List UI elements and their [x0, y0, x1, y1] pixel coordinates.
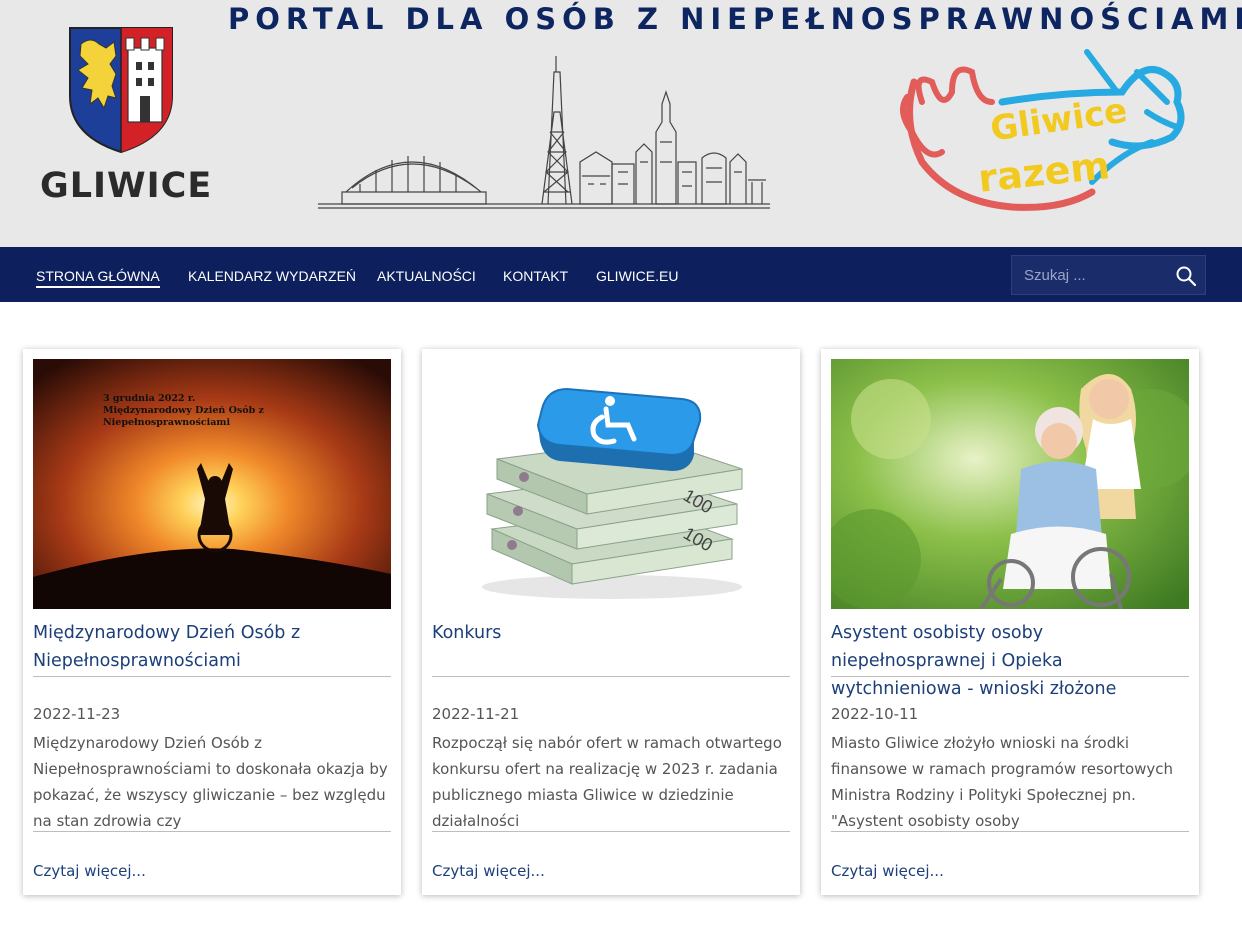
news-card-excerpt: Rozpoczął się nabór ofert w ramach otwar… — [432, 734, 782, 830]
news-card-date: 2022-10-11 — [831, 705, 919, 723]
news-card: Asystent osobisty osoby niepełnosprawnej… — [821, 349, 1199, 895]
site-title: PORTAL DLA OSÓB Z NIEPEŁNOSPRAWNOŚCIAMI — [228, 2, 1242, 36]
news-card-date: 2022-11-21 — [432, 705, 520, 723]
news-card-excerpt: Międzynarodowy Dzień Osób z Niepełnospra… — [33, 734, 388, 830]
divider — [33, 676, 391, 677]
news-card: 3 grudnia 2022 r. Międzynarodowy Dzień O… — [23, 349, 401, 895]
nav-item-calendar[interactable]: KALENDARZ WYDARZEŃ — [188, 268, 356, 284]
money-wheelchair-image: 100 100 — [432, 359, 790, 609]
read-more-link[interactable]: Czytaj więcej... — [33, 862, 146, 880]
news-card-title[interactable]: Konkurs — [432, 619, 790, 647]
site-header: PORTAL DLA OSÓB Z NIEPEŁNOSPRAWNOŚCIAMI … — [0, 0, 1242, 247]
read-more-link[interactable]: Czytaj więcej... — [831, 862, 944, 880]
search-icon[interactable] — [1175, 265, 1197, 287]
nav-item-news[interactable]: AKTUALNOŚCI — [377, 268, 476, 284]
read-more-link[interactable]: Czytaj więcej... — [432, 862, 545, 880]
nav-item-contact[interactable]: KONTAKT — [503, 268, 568, 284]
news-card-title[interactable]: Międzynarodowy Dzień Osób z Niepełnospra… — [33, 619, 391, 675]
search-input[interactable] — [1012, 256, 1172, 294]
gliwice-crest-icon[interactable] — [66, 26, 176, 154]
news-card-image[interactable]: 3 grudnia 2022 r. Międzynarodowy Dzień O… — [33, 359, 391, 609]
news-card-image[interactable]: 100 100 — [432, 359, 790, 609]
divider — [831, 676, 1189, 677]
divider — [33, 831, 391, 832]
search-box — [1011, 255, 1206, 295]
news-card-title[interactable]: Asystent osobisty osoby niepełnosprawnej… — [831, 619, 1189, 703]
news-card-image[interactable] — [831, 359, 1189, 609]
news-card-excerpt: Miasto Gliwice złożyło wnioski na środki… — [831, 734, 1174, 830]
nav-item-home[interactable]: STRONA GŁÓWNA — [36, 268, 160, 288]
news-card: 100 100 Konkurs 2022-11-21 Rozpoczął się… — [422, 349, 800, 895]
divider — [432, 831, 790, 832]
city-name: GLIWICE — [40, 166, 213, 206]
image-caption: 3 grudnia 2022 r. Międzynarodowy Dzień O… — [103, 393, 264, 428]
nav-item-gliwice-eu[interactable]: GLIWICE.EU — [596, 268, 678, 284]
caregiver-wheelchair-image — [831, 359, 1189, 609]
city-skyline-illustration — [318, 56, 770, 209]
news-card-date: 2022-11-23 — [33, 705, 121, 723]
divider — [432, 676, 790, 677]
divider — [831, 831, 1189, 832]
